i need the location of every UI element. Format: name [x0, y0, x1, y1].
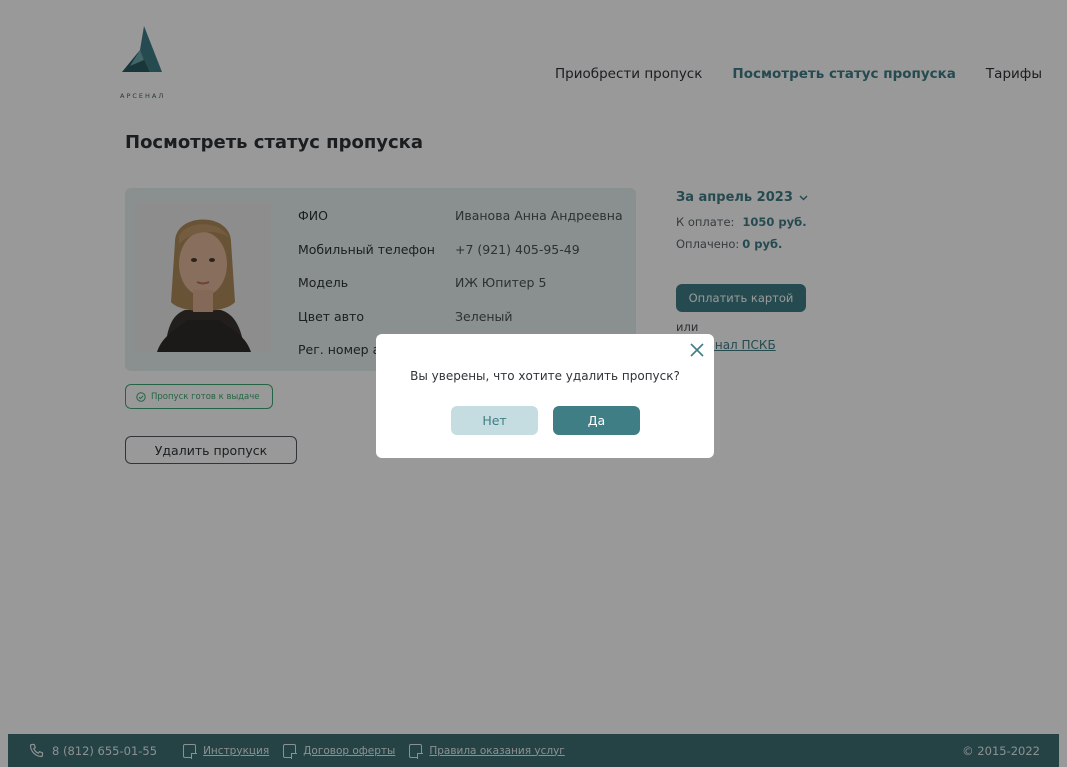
- confirm-button[interactable]: Да: [553, 406, 640, 435]
- confirm-delete-dialog: Вы уверены, что хотите удалить пропуск? …: [376, 334, 714, 458]
- close-icon[interactable]: [688, 341, 706, 359]
- cancel-button[interactable]: Нет: [451, 406, 538, 435]
- dialog-question: Вы уверены, что хотите удалить пропуск?: [410, 369, 680, 383]
